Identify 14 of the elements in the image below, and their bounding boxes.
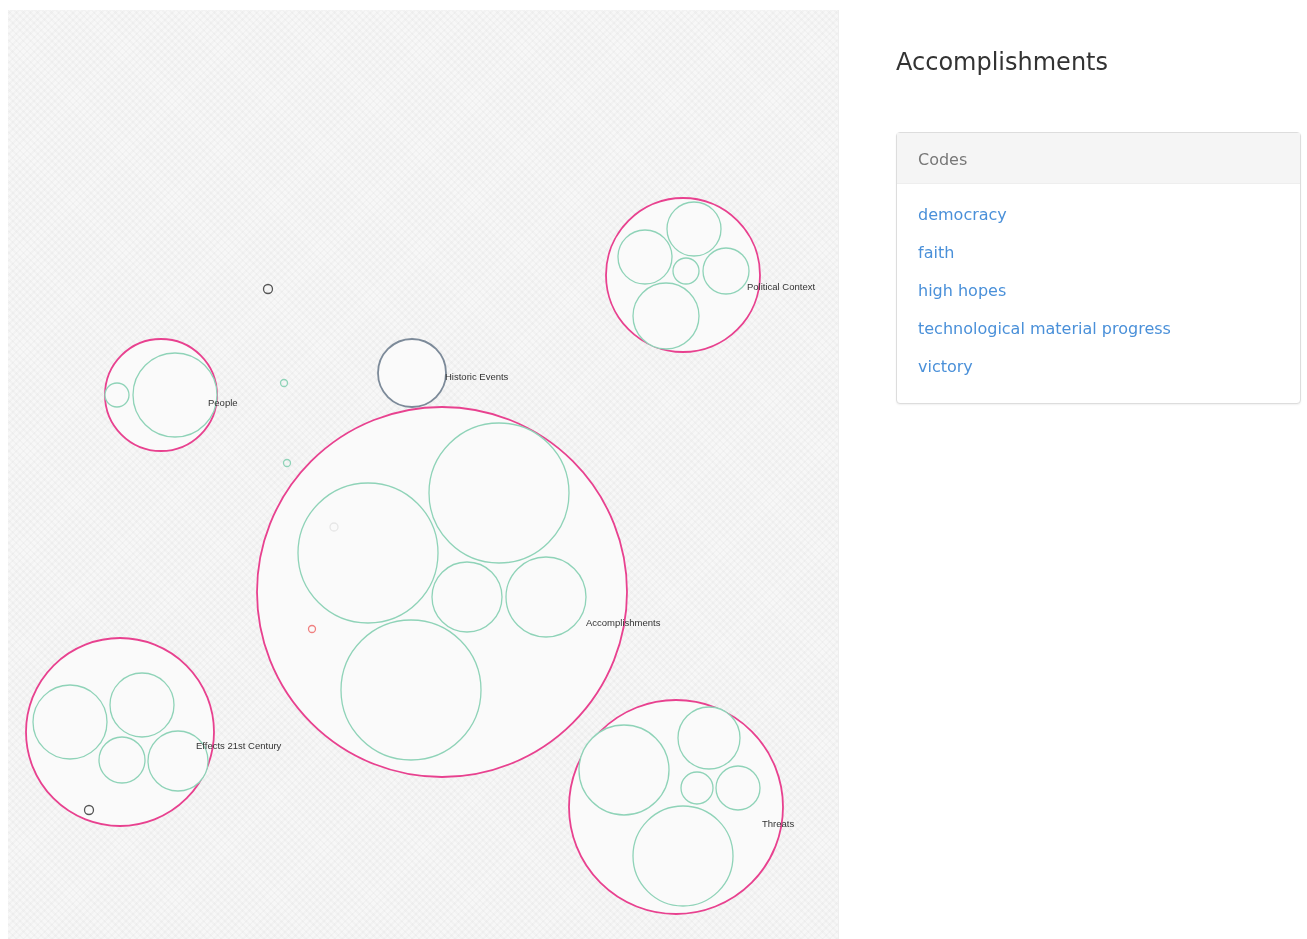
detail-title: Accomplishments [896,48,1109,76]
node-circle[interactable] [262,283,274,295]
code-link[interactable]: high hopes [918,280,1007,302]
code-link[interactable]: technological material progress [918,318,1171,340]
code-link[interactable]: democracy [918,204,1007,226]
node-circle[interactable] [282,458,292,468]
code-link[interactable]: victory [918,356,973,378]
node-circle[interactable] [83,804,95,816]
code-link[interactable]: faith [918,242,955,264]
panel-heading: Codes [918,150,968,169]
node-circle[interactable] [279,378,289,388]
node-circle[interactable] [307,624,317,634]
bubble-cluster[interactable] [377,338,447,408]
bubble-label: People [208,397,238,408]
